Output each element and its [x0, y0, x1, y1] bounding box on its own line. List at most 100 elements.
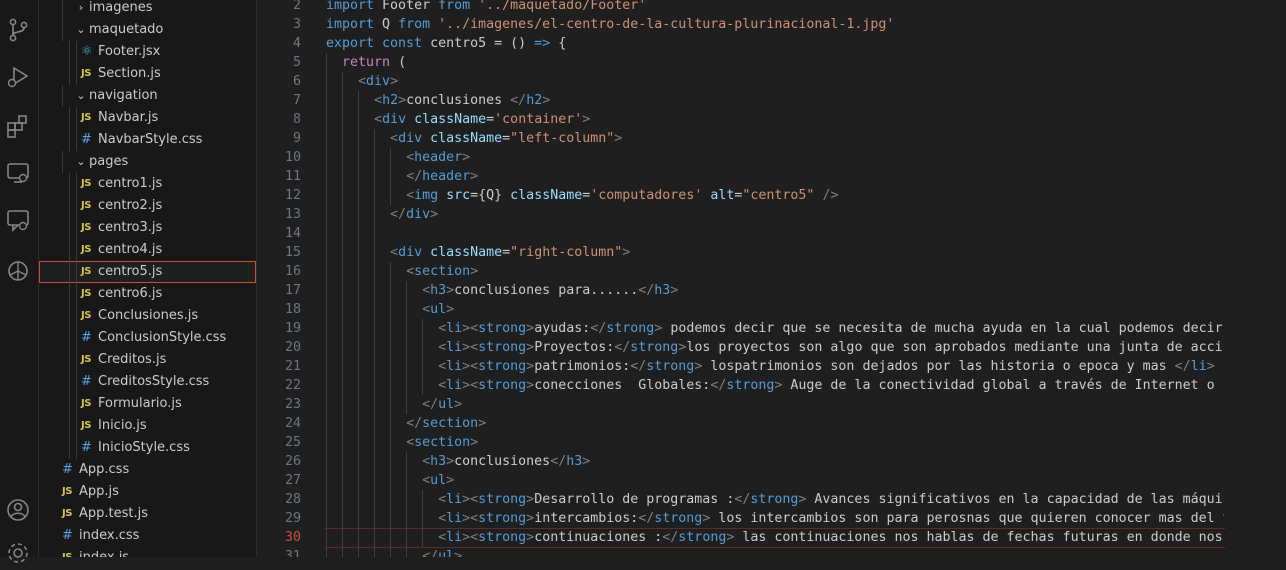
explorer-file[interactable]: JS App.test.js [39, 503, 256, 525]
explorer-file[interactable]: JS Formulario.js [39, 393, 256, 415]
explorer-file[interactable]: # ConclusionStyle.css [39, 327, 256, 349]
explorer-folder[interactable]: ⌄ navigation [39, 85, 256, 107]
explorer-file[interactable]: ⚛ Footer.jsx [39, 41, 256, 63]
js-file-icon: JS [81, 398, 91, 409]
chevron-right-icon[interactable]: › [75, 0, 87, 19]
explorer-item-label: index.js [79, 547, 129, 557]
js-file-icon: JS [81, 266, 91, 277]
code-token: < [438, 321, 447, 336]
explorer-file[interactable]: JS centro2.js [39, 195, 256, 217]
code-token: </ [734, 492, 751, 507]
chevron-down-icon[interactable]: ⌄ [75, 85, 87, 107]
code-line[interactable]: 12 <img src={Q} className='computadores'… [257, 186, 1286, 205]
explorer-file[interactable]: JS index.js [39, 547, 256, 557]
code-line[interactable]: 28 <li><strong>Desarrollo de programas :… [257, 490, 1286, 509]
code-line[interactable]: 2 import Footer from '../maquetado/Footer… [257, 0, 1286, 15]
explorer-item-label: centro5.js [98, 264, 163, 279]
code-line[interactable]: 15 <div className="right-column"> [257, 243, 1286, 262]
code-text: <ul> [326, 300, 1224, 319]
code-line[interactable]: 4 export const centro5 = () => { [257, 34, 1286, 53]
chevron-down-icon[interactable]: ⌄ [75, 19, 87, 41]
explorer-file[interactable]: JS centro1.js [39, 173, 256, 195]
explorer-file[interactable]: # InicioStyle.css [39, 437, 256, 459]
explorer-file[interactable]: JS App.js [39, 481, 256, 503]
code-line[interactable]: 29 <li><strong>intercambios:</strong> lo… [257, 509, 1286, 528]
code-line[interactable]: 30 <li><strong>continuaciones :</strong>… [257, 528, 1286, 548]
code-token: "right-column" [510, 245, 623, 260]
code-token: > [398, 93, 407, 108]
line-number: 16 [284, 264, 301, 279]
js-file-icon: JS [81, 310, 91, 321]
code-token: li [1190, 359, 1207, 374]
code-line[interactable]: 27 <ul> [257, 471, 1286, 490]
code-line[interactable]: 18 <ul> [257, 300, 1286, 319]
code-token: h2 [382, 93, 399, 108]
line-number: 19 [284, 321, 301, 336]
code-line[interactable]: 20 <li><strong>Proyectos:</strong>los pr… [257, 338, 1286, 357]
code-line[interactable]: 6 <div> [257, 72, 1286, 91]
code-line[interactable]: 5 return ( [257, 53, 1286, 72]
code-line[interactable]: 7 <h2>conclusiones </h2> [257, 91, 1286, 110]
code-token: > [390, 74, 399, 89]
code-token: > [670, 283, 679, 298]
indent-guide [69, 261, 70, 283]
code-token: </ [390, 207, 407, 222]
code-line[interactable]: 26 <h3>conclusiones</h3> [257, 452, 1286, 471]
code-line[interactable]: 16 <section> [257, 262, 1286, 281]
code-line[interactable]: 14 [257, 224, 1286, 243]
code-token: Footer [382, 0, 439, 13]
code-line[interactable]: 8 <div className='container'> [257, 110, 1286, 129]
code-token: > [582, 454, 591, 469]
code-line[interactable]: 11 </header> [257, 167, 1286, 186]
comments-icon[interactable] [5, 207, 31, 233]
explorer-file[interactable]: JS Creditos.js [39, 349, 256, 371]
explorer-file[interactable]: JS centro6.js [39, 283, 256, 305]
code-line[interactable]: 23 </ul> [257, 395, 1286, 414]
explorer-file[interactable]: JS Conclusiones.js [39, 305, 256, 327]
indent-guide [69, 41, 70, 63]
run-debug-icon[interactable] [5, 63, 31, 89]
explorer-file[interactable]: JS Inicio.js [39, 415, 256, 437]
explorer-file[interactable]: # CreditosStyle.css [39, 371, 256, 393]
remote-explorer-icon[interactable] [5, 160, 31, 186]
line-number: 23 [284, 397, 301, 412]
extensions-icon[interactable] [5, 113, 31, 139]
explorer-file[interactable]: # index.css [39, 525, 256, 547]
code-line[interactable]: 19 <li><strong>ayudas:</strong> podemos … [257, 319, 1286, 338]
code-token: = [502, 131, 511, 146]
explorer-item-label: maquetado [89, 22, 164, 37]
code-line[interactable]: 31 </ul> [257, 547, 1286, 557]
css-file-icon: # [81, 374, 92, 389]
code-token: patrimonios: [534, 359, 631, 374]
code-token: header [414, 150, 463, 165]
code-editor[interactable]: 2 import Footer from '../maquetado/Footer… [257, 0, 1286, 557]
chatgpt-icon[interactable] [5, 258, 31, 284]
code-line[interactable]: 24 </section> [257, 414, 1286, 433]
explorer-folder[interactable]: › imagenes [39, 0, 256, 19]
code-line[interactable]: 10 <header> [257, 148, 1286, 167]
explorer-file[interactable]: JS centro3.js [39, 217, 256, 239]
explorer-file[interactable]: JS centro4.js [39, 239, 256, 261]
code-token: strong [478, 340, 527, 355]
explorer-file[interactable]: # App.css [39, 459, 256, 481]
explorer-folder[interactable]: ⌄ maquetado [39, 19, 256, 41]
settings-gear-icon[interactable] [5, 540, 31, 566]
code-line[interactable]: 25 <section> [257, 433, 1286, 452]
explorer-item-label: Footer.jsx [98, 44, 161, 59]
explorer-file[interactable]: # NavbarStyle.css [39, 129, 256, 151]
code-line[interactable]: 9 <div className="left-column"> [257, 129, 1286, 148]
code-line[interactable]: 13 </div> [257, 205, 1286, 224]
source-control-icon[interactable] [5, 17, 31, 43]
code-line[interactable]: 17 <h3>conclusiones para......</h3> [257, 281, 1286, 300]
explorer-file[interactable]: JS Navbar.js [39, 107, 256, 129]
explorer-file[interactable]: JS Section.js [39, 63, 256, 85]
code-token: > [614, 131, 623, 146]
explorer-folder[interactable]: ⌄ pages [39, 151, 256, 173]
code-line[interactable]: 3 import Q from '../imagenes/el-centro-de… [257, 15, 1286, 34]
account-icon[interactable] [5, 497, 31, 523]
chevron-down-icon[interactable]: ⌄ [75, 151, 87, 173]
explorer-file[interactable]: JS centro5.js [39, 261, 256, 283]
css-file-icon: # [62, 462, 73, 477]
code-line[interactable]: 21 <li><strong>patrimonios:</strong> los… [257, 357, 1286, 376]
code-line[interactable]: 22 <li><strong>conecciones Globales:</st… [257, 376, 1286, 395]
